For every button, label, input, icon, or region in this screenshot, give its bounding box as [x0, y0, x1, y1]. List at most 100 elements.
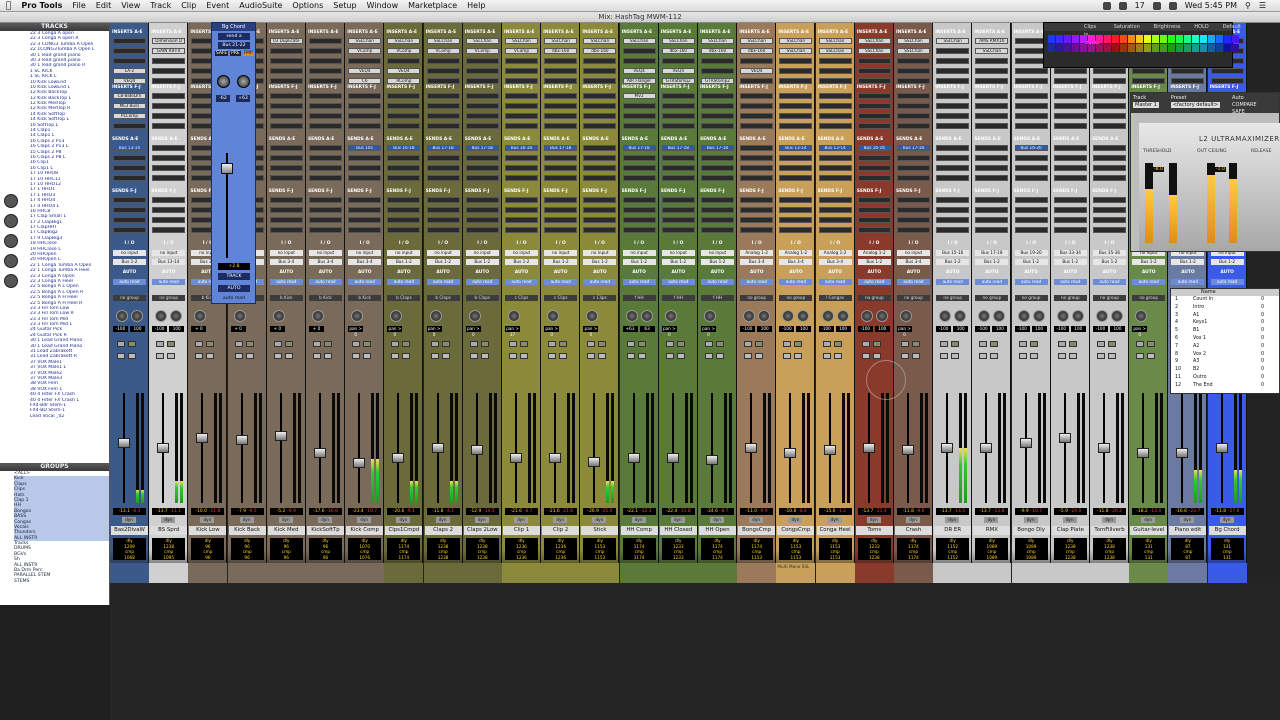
insert-slot[interactable]: SSLChan — [583, 38, 617, 44]
pan-knob[interactable] — [900, 310, 912, 322]
send-slot[interactable]: Bus 13-14 — [779, 145, 813, 151]
color-swatch[interactable] — [1088, 35, 1095, 43]
peak-value[interactable]: -21.6 — [562, 509, 573, 514]
insert-slot[interactable] — [113, 48, 146, 54]
pan-knob[interactable] — [1096, 310, 1108, 322]
pan-value[interactable]: +63 — [622, 326, 638, 332]
color-swatch[interactable] — [1216, 35, 1223, 43]
send-slot[interactable] — [387, 217, 421, 223]
mute-button[interactable] — [676, 353, 685, 359]
peak-value[interactable]: -8.4 — [798, 509, 807, 514]
send-slot[interactable] — [152, 227, 186, 233]
record-button[interactable] — [744, 341, 753, 347]
send-slot[interactable] — [975, 217, 1009, 223]
input-selector[interactable]: no input — [152, 250, 186, 256]
color-swatch[interactable] — [1192, 44, 1199, 52]
send-slot[interactable] — [1093, 145, 1126, 151]
input-monitor-button[interactable] — [402, 341, 411, 347]
peak-value[interactable]: -9.6 — [916, 509, 925, 514]
insert-slot[interactable] — [309, 123, 342, 129]
input-monitor-button[interactable] — [441, 341, 450, 347]
marker-row[interactable]: 11 Outro 0 — [1171, 374, 1279, 382]
insert-slot[interactable]: SSLChan — [936, 38, 970, 44]
insert-slot[interactable] — [309, 48, 342, 54]
send-slot[interactable] — [505, 175, 538, 181]
pan-value[interactable]: pan > 0 — [426, 326, 442, 337]
send-slot[interactable] — [779, 207, 813, 213]
solo-button[interactable] — [665, 353, 674, 359]
input-selector[interactable]: no input — [505, 250, 538, 256]
mute-button[interactable] — [951, 353, 960, 359]
insert-slot[interactable] — [936, 103, 970, 109]
send-slot[interactable]: Bus 17-18 — [622, 145, 656, 151]
comment-box[interactable] — [423, 563, 463, 583]
send-slot[interactable] — [1014, 197, 1048, 203]
volume-value[interactable]: -5.9 — [1059, 509, 1068, 514]
record-button[interactable] — [1018, 341, 1027, 347]
send-slot[interactable] — [661, 175, 695, 181]
threshold-meter-l[interactable] — [1145, 163, 1153, 243]
mute-button[interactable] — [402, 353, 411, 359]
pan-knob[interactable] — [782, 310, 795, 322]
insert-slot[interactable]: dbx-160 — [544, 48, 578, 54]
automation-mode[interactable]: auto read — [1132, 279, 1166, 285]
color-swatch[interactable] — [1168, 44, 1175, 52]
track-list-item[interactable]: Lead Vocal _02 — [30, 414, 109, 419]
send-slot[interactable] — [544, 207, 578, 213]
insert-slot[interactable] — [818, 58, 852, 64]
automation-mode[interactable]: auto read — [426, 279, 460, 285]
insert-slot[interactable] — [818, 68, 852, 74]
send-slot[interactable] — [505, 165, 538, 171]
pan-knob[interactable] — [429, 310, 442, 322]
mute-button[interactable] — [755, 353, 764, 359]
output-selector[interactable]: Bus 1-2 — [544, 259, 578, 265]
insert-slot[interactable] — [465, 113, 499, 119]
send-slot[interactable] — [701, 175, 734, 181]
insert-slot[interactable] — [387, 113, 421, 119]
input-monitor-button[interactable] — [716, 341, 724, 347]
send-slot[interactable] — [740, 227, 774, 233]
insert-slot[interactable] — [740, 113, 774, 119]
input-monitor-button[interactable] — [872, 341, 881, 347]
pan-knob-right[interactable] — [640, 310, 653, 322]
track-name[interactable]: Piano edit — [1169, 526, 1207, 535]
pan-value[interactable]: + 0 — [309, 326, 324, 332]
volume-fader[interactable] — [980, 443, 993, 453]
insert-slot[interactable] — [701, 113, 734, 119]
volume-fader[interactable] — [235, 435, 248, 445]
marker-name[interactable]: Keys1 — [1193, 319, 1253, 327]
volume-readout[interactable]: -21.6 -21.6 — [544, 508, 578, 515]
send-slot[interactable] — [897, 155, 930, 161]
mute-button[interactable] — [1147, 353, 1156, 359]
dyn-indicator[interactable]: dyn — [631, 517, 646, 523]
mute-button[interactable] — [833, 353, 842, 359]
input-monitor-button[interactable] — [559, 341, 568, 347]
peak-value[interactable]: -13.8 — [993, 509, 1004, 514]
automation-mode[interactable]: auto read — [779, 279, 813, 285]
send-slot[interactable] — [269, 145, 303, 151]
insert-slot[interactable] — [269, 123, 303, 129]
send-slot[interactable] — [936, 165, 970, 171]
insert-slot[interactable] — [269, 58, 303, 64]
input-selector[interactable]: no input — [348, 250, 382, 256]
dyn-indicator[interactable]: dyn — [357, 517, 372, 523]
marker-row[interactable]: 10 B2 0 — [1171, 366, 1279, 374]
volume-fader[interactable] — [862, 443, 875, 453]
record-button[interactable] — [940, 341, 949, 347]
send-slot[interactable] — [544, 155, 578, 161]
volume-fader[interactable] — [784, 448, 797, 458]
pan-value-right[interactable]: 100 — [992, 326, 1008, 332]
track-name[interactable]: Kick Comp — [346, 526, 384, 535]
insert-slot[interactable] — [622, 103, 656, 109]
insert-slot[interactable] — [152, 93, 186, 99]
output-selector[interactable]: Bus 1-2 — [1093, 259, 1126, 265]
insert-slot[interactable] — [505, 58, 538, 64]
insert-slot[interactable] — [818, 78, 852, 84]
volume-fader[interactable] — [196, 433, 209, 443]
insert-slot[interactable]: dbx-160 — [661, 48, 695, 54]
pan-knob[interactable] — [155, 310, 168, 322]
automation-mode[interactable]: auto read — [152, 279, 186, 285]
insert-slot[interactable] — [544, 113, 578, 119]
pan-knob[interactable] — [704, 310, 716, 322]
track-name[interactable]: Stick — [581, 526, 619, 535]
